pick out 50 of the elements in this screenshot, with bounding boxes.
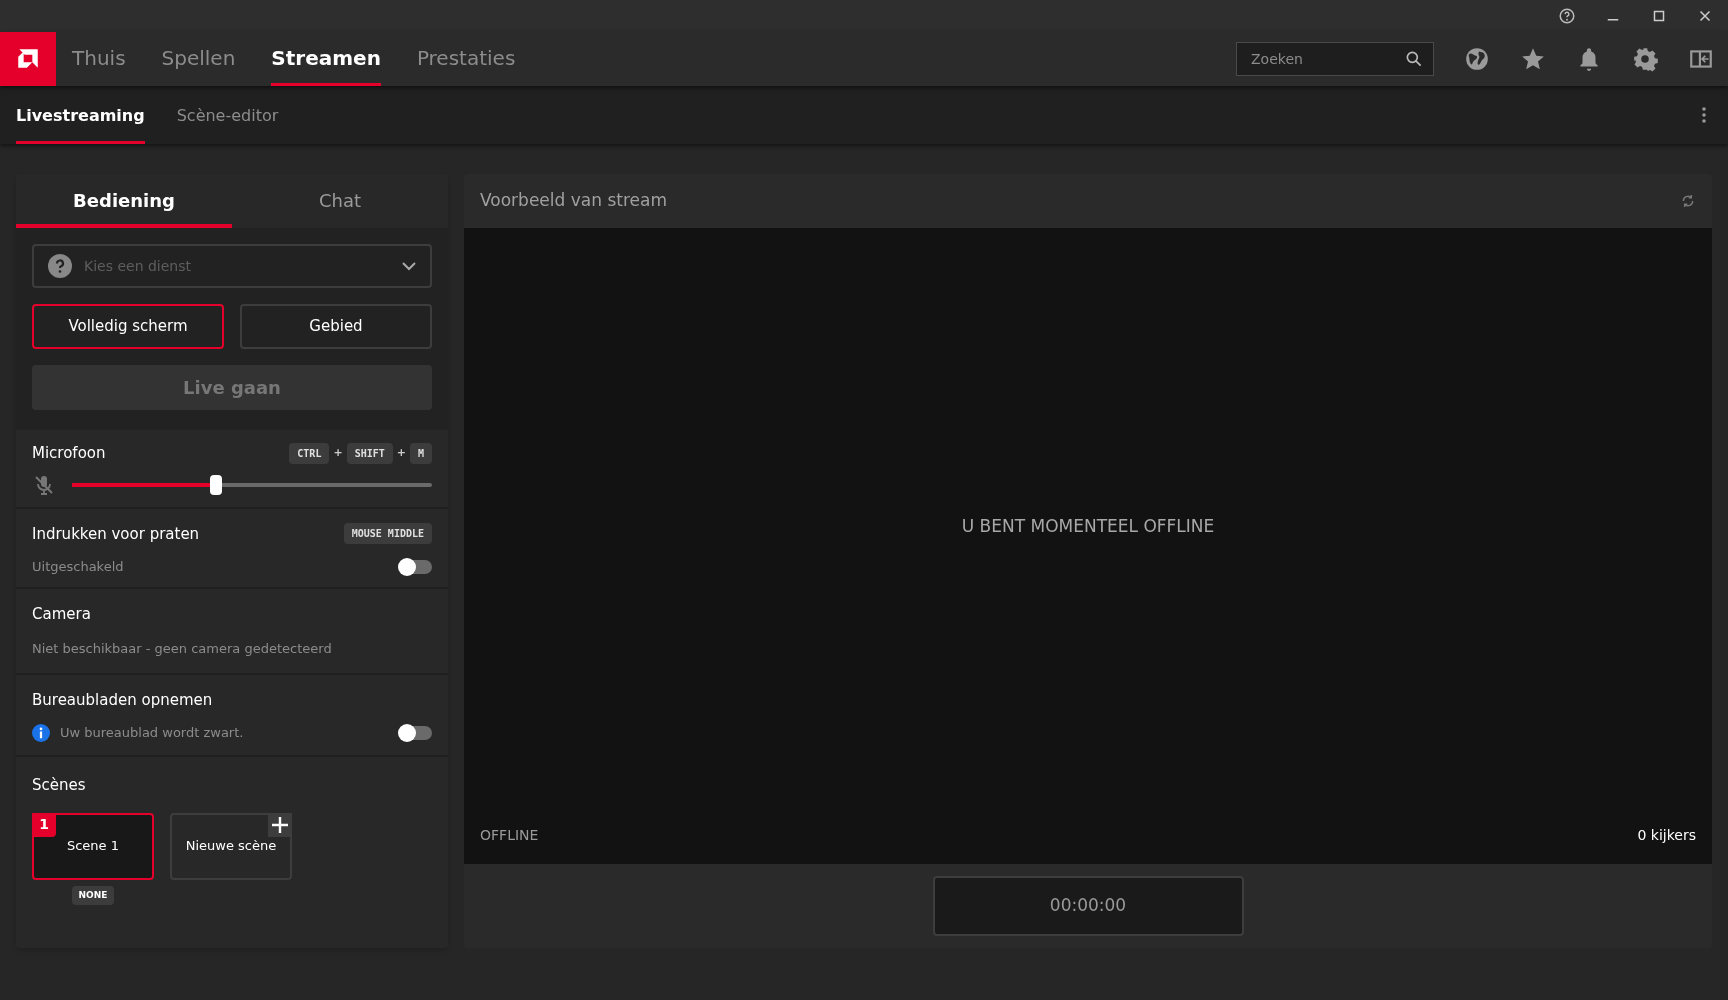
sub-tab[interactable]: Livestreaming (16, 86, 145, 144)
scene-card[interactable]: 1 Scene 1 (32, 812, 154, 880)
help-icon[interactable] (1558, 7, 1576, 25)
dropdown-placeholder: Kies een dienst (84, 256, 193, 276)
key-badge: CTRL (289, 442, 330, 464)
nav-tab[interactable]: Thuis (72, 32, 126, 86)
chevron-down-icon (402, 261, 416, 271)
status-text: Uitgeschakeld (32, 558, 124, 576)
settings-icon[interactable] (1632, 46, 1658, 72)
star-icon[interactable] (1520, 46, 1546, 72)
section-title: Indrukken voor praten (32, 523, 200, 545)
search-icon[interactable] (1404, 49, 1424, 69)
nav-tab[interactable]: Prestaties (416, 32, 516, 86)
globe-icon[interactable] (1464, 46, 1490, 72)
scene-number: 1 (32, 812, 56, 837)
more-options-icon[interactable] (1702, 107, 1706, 123)
plus-sign: + (396, 445, 406, 461)
section-title: Bureaubladen opnemen (32, 689, 214, 711)
key-badge: SHIFT (346, 442, 393, 464)
stream-timer: 00:00:00 (932, 876, 1244, 936)
capture-mode-button[interactable]: Gebied (240, 304, 432, 349)
section-title: Microfoon (32, 443, 106, 464)
help-icon (48, 254, 72, 278)
info-icon (32, 723, 50, 742)
scene-label: Scene 1 (66, 837, 119, 856)
toggle-switch[interactable] (400, 725, 432, 740)
key-badge: MOUSE MIDDLE (343, 523, 432, 545)
nav-tab[interactable]: Spellen (161, 32, 236, 86)
plus-sign: + (333, 445, 343, 461)
new-scene-card[interactable]: Nieuwe scène (170, 812, 292, 880)
capture-mode-button[interactable]: Volledig scherm (32, 304, 224, 349)
section-title: Scènes (32, 775, 86, 794)
plus-icon (268, 812, 292, 837)
status-text: Niet beschikbaar - geen camera gedetecteerd (32, 640, 333, 658)
info-text: Uw bureaublad wordt zwart. (60, 724, 245, 742)
key-badge: M (409, 442, 432, 464)
panel-tab[interactable]: Chat (232, 174, 448, 228)
panel-title: Voorbeeld van stream (480, 189, 667, 213)
section-title: Camera (32, 603, 92, 625)
logo[interactable] (0, 32, 56, 86)
scene-label: Nieuwe scène (185, 837, 277, 856)
viewer-count: 0 kijkers (1637, 826, 1696, 845)
search-field[interactable]: Zoeken (1236, 42, 1434, 76)
scene-tag: NONE (71, 885, 115, 905)
offline-message: U BENT MOMENTEEL OFFLINE (961, 514, 1215, 538)
sub-tab[interactable]: Scène-editor (176, 86, 279, 144)
toggle-switch[interactable] (400, 559, 432, 574)
stream-status: OFFLINE (480, 826, 539, 845)
volume-slider[interactable] (72, 474, 432, 495)
refresh-icon[interactable] (1680, 193, 1696, 209)
